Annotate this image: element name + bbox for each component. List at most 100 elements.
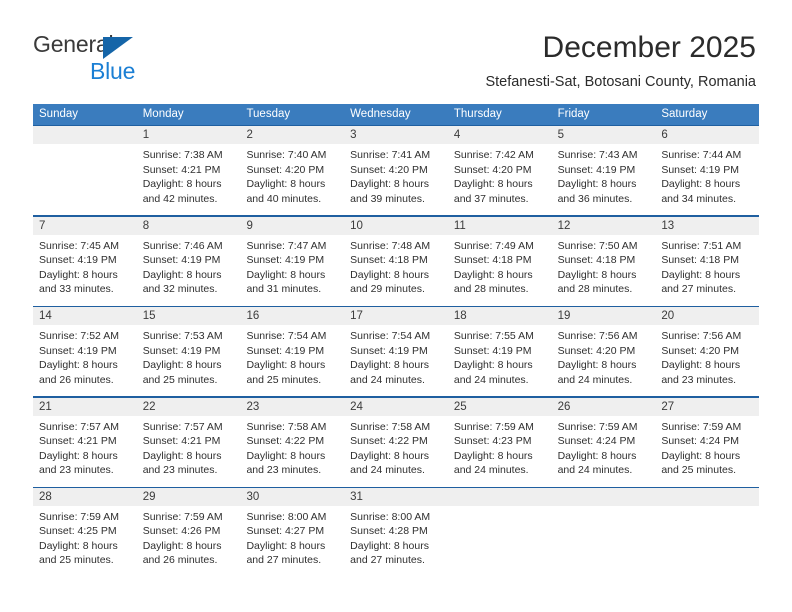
day-number: 7 xyxy=(33,216,137,235)
daylight-text: and 24 minutes. xyxy=(350,373,425,386)
sunset-text: Sunset: 4:26 PM xyxy=(142,525,221,538)
weekday-header-monday: Monday xyxy=(142,108,184,120)
sunset-text: Sunset: 4:19 PM xyxy=(142,254,221,267)
week-body: 1 Sunrise: 7:38 AM Sunset: 4:21 PM Daylight… xyxy=(33,126,760,216)
daylight-text: and 42 minutes. xyxy=(142,192,218,205)
weekday-header-wednesday: Wednesday xyxy=(350,108,411,120)
day-cell-16[interactable]: 16 Sunrise: 7:54 AM Sunset: 4:19 PM Dayligh… xyxy=(240,307,345,397)
daylight-text: and 31 minutes. xyxy=(246,283,322,296)
sunrise-text: Sunrise: 7:45 AM xyxy=(39,239,119,252)
daylight-text: and 39 minutes. xyxy=(350,192,425,205)
daylight-text: and 29 minutes. xyxy=(350,283,425,296)
day-number xyxy=(551,487,656,506)
daylight-text: Daylight: 8 hours xyxy=(39,449,118,462)
daylight-text: Daylight: 8 hours xyxy=(142,539,222,552)
sunset-text: Sunset: 4:25 PM xyxy=(39,525,117,538)
day-cell-24[interactable]: 24 Sunrise: 7:58 AM Sunset: 4:22 PM Dayligh… xyxy=(344,397,448,487)
day-cell-3[interactable]: 3 Sunrise: 7:41 AM Sunset: 4:20 PM Daylight… xyxy=(344,126,448,216)
day-cell-10[interactable]: 10 Sunrise: 7:48 AM Sunset: 4:18 PM Dayligh… xyxy=(344,216,448,306)
week-body: 7 Sunrise: 7:45 AM Sunset: 4:19 PM Daylight… xyxy=(33,216,760,306)
day-cell-14[interactable]: 14 Sunrise: 7:52 AM Sunset: 4:19 PM Dayligh… xyxy=(33,307,137,397)
day-number: 4 xyxy=(447,126,552,145)
daylight-text: and 24 minutes. xyxy=(453,373,529,386)
sunrise-text: Sunrise: 7:51 AM xyxy=(661,239,742,252)
day-cell-26[interactable]: 26 Sunrise: 7:59 AM Sunset: 4:24 PM Dayligh… xyxy=(551,397,656,487)
day-number: 15 xyxy=(136,307,241,326)
day-cell-1[interactable]: 1 Sunrise: 7:38 AM Sunset: 4:21 PM Daylight… xyxy=(136,126,241,216)
sunrise-text: Sunrise: 7:57 AM xyxy=(142,420,223,433)
sunrise-text: Sunrise: 7:56 AM xyxy=(661,330,742,343)
day-number: 26 xyxy=(551,397,656,416)
daylight-text: Daylight: 8 hours xyxy=(246,359,326,372)
daylight-text: Daylight: 8 hours xyxy=(142,449,222,462)
logo-text-blue: Blue xyxy=(90,58,136,84)
daylight-text: and 33 minutes. xyxy=(39,283,114,296)
day-details: Sunrise: 7:56 AM Sunset: 4:20 PM Daylight:… xyxy=(552,325,656,387)
day-cell-21[interactable]: 21 Sunrise: 7:57 AM Sunset: 4:21 PM Dayligh… xyxy=(33,397,137,487)
daylight-text: and 28 minutes. xyxy=(557,283,633,296)
day-cell-11[interactable]: 11 Sunrise: 7:49 AM Sunset: 4:18 PM Dayligh… xyxy=(447,216,552,306)
day-number: 21 xyxy=(33,397,137,416)
daylight-text: and 24 minutes. xyxy=(453,464,529,477)
day-details xyxy=(448,506,552,510)
day-cell-29[interactable]: 29 Sunrise: 7:59 AM Sunset: 4:26 PM Dayligh… xyxy=(136,487,241,577)
day-cell-5[interactable]: 5 Sunrise: 7:43 AM Sunset: 4:19 PM Daylight… xyxy=(551,126,656,216)
day-cell-22[interactable]: 22 Sunrise: 7:57 AM Sunset: 4:21 PM Dayligh… xyxy=(136,397,241,487)
day-number: 22 xyxy=(136,397,241,416)
sunrise-text: Sunrise: 7:59 AM xyxy=(557,420,638,433)
day-cell-8[interactable]: 8 Sunrise: 7:46 AM Sunset: 4:19 PM Daylight… xyxy=(136,216,241,306)
sunrise-text: Sunrise: 7:38 AM xyxy=(142,149,223,162)
day-cell-12[interactable]: 12 Sunrise: 7:50 AM Sunset: 4:18 PM Dayligh… xyxy=(551,216,656,306)
sunset-text: Sunset: 4:18 PM xyxy=(350,254,428,267)
day-cell-4[interactable]: 4 Sunrise: 7:42 AM Sunset: 4:20 PM Daylight… xyxy=(447,126,552,216)
day-cell-13[interactable]: 13 Sunrise: 7:51 AM Sunset: 4:18 PM Dayligh… xyxy=(655,216,760,306)
day-number: 24 xyxy=(344,397,448,416)
day-cell-20[interactable]: 20 Sunrise: 7:56 AM Sunset: 4:20 PM Dayligh… xyxy=(655,307,760,397)
day-cell-6[interactable]: 6 Sunrise: 7:44 AM Sunset: 4:19 PM Daylight… xyxy=(655,126,760,216)
daylight-text: Daylight: 8 hours xyxy=(557,268,637,281)
day-details: Sunrise: 7:44 AM Sunset: 4:19 PM Daylight:… xyxy=(655,144,759,206)
daylight-text: and 25 minutes. xyxy=(661,464,737,477)
daylight-text: Daylight: 8 hours xyxy=(350,539,429,552)
day-number: 9 xyxy=(240,216,345,235)
day-cell-23[interactable]: 23 Sunrise: 7:58 AM Sunset: 4:22 PM Dayligh… xyxy=(240,397,345,487)
day-number: 18 xyxy=(447,307,552,326)
logo-text-general: General xyxy=(33,31,114,57)
sunrise-text: Sunrise: 8:00 AM xyxy=(350,510,431,523)
day-cell-28[interactable]: 28 Sunrise: 7:59 AM Sunset: 4:25 PM Dayligh… xyxy=(33,487,137,577)
day-cell-27[interactable]: 27 Sunrise: 7:59 AM Sunset: 4:24 PM Dayligh… xyxy=(655,397,760,487)
daylight-text: Daylight: 8 hours xyxy=(39,359,118,372)
sunset-text: Sunset: 4:28 PM xyxy=(350,525,428,538)
day-cell-19[interactable]: 19 Sunrise: 7:56 AM Sunset: 4:20 PM Dayligh… xyxy=(551,307,656,397)
day-cell-31[interactable]: 31 Sunrise: 8:00 AM Sunset: 4:28 PM Dayligh… xyxy=(344,487,448,577)
day-number: 6 xyxy=(655,126,760,145)
daylight-text: Daylight: 8 hours xyxy=(350,268,429,281)
daylight-text: and 23 minutes. xyxy=(39,464,114,477)
day-cell-7[interactable]: 7 Sunrise: 7:45 AM Sunset: 4:19 PM Daylight… xyxy=(33,216,137,306)
sunset-text: Sunset: 4:19 PM xyxy=(350,344,428,357)
day-cell-2[interactable]: 2 Sunrise: 7:40 AM Sunset: 4:20 PM Daylight… xyxy=(240,126,345,216)
weekday-header-tuesday: Tuesday xyxy=(246,108,291,120)
day-details: Sunrise: 7:48 AM Sunset: 4:18 PM Daylight:… xyxy=(344,235,448,297)
day-cell-9[interactable]: 9 Sunrise: 7:47 AM Sunset: 4:19 PM Daylight… xyxy=(240,216,345,306)
day-details: Sunrise: 7:43 AM Sunset: 4:19 PM Daylight:… xyxy=(552,144,656,206)
daylight-text: and 25 minutes. xyxy=(246,373,322,386)
day-cell-15[interactable]: 15 Sunrise: 7:53 AM Sunset: 4:19 PM Dayligh… xyxy=(136,307,241,397)
day-details: Sunrise: 8:00 AM Sunset: 4:28 PM Daylight:… xyxy=(344,506,448,568)
sunset-text: Sunset: 4:19 PM xyxy=(142,344,221,357)
day-details: Sunrise: 7:50 AM Sunset: 4:18 PM Daylight:… xyxy=(552,235,656,297)
day-cell-18[interactable]: 18 Sunrise: 7:55 AM Sunset: 4:19 PM Dayligh… xyxy=(447,307,552,397)
day-number: 11 xyxy=(447,216,552,235)
sunset-text: Sunset: 4:22 PM xyxy=(246,435,325,448)
day-details: Sunrise: 7:42 AM Sunset: 4:20 PM Daylight:… xyxy=(448,144,552,206)
day-cell-30[interactable]: 30 Sunrise: 8:00 AM Sunset: 4:27 PM Dayligh… xyxy=(240,487,345,577)
sunset-text: Sunset: 4:18 PM xyxy=(557,254,636,267)
day-details: Sunrise: 7:49 AM Sunset: 4:18 PM Daylight:… xyxy=(448,235,552,297)
day-cell-17[interactable]: 17 Sunrise: 7:54 AM Sunset: 4:19 PM Dayligh… xyxy=(344,307,448,397)
daylight-text: and 34 minutes. xyxy=(661,192,737,205)
general-blue-logo[interactable]: General Blue xyxy=(33,32,213,87)
day-cell-25[interactable]: 25 Sunrise: 7:59 AM Sunset: 4:23 PM Dayligh… xyxy=(447,397,552,487)
calendar-week-row: 14 Sunrise: 7:52 AM Sunset: 4:19 PM Dayligh… xyxy=(33,305,760,397)
sunrise-text: Sunrise: 7:53 AM xyxy=(142,330,223,343)
sunrise-text: Sunrise: 7:54 AM xyxy=(350,330,431,343)
